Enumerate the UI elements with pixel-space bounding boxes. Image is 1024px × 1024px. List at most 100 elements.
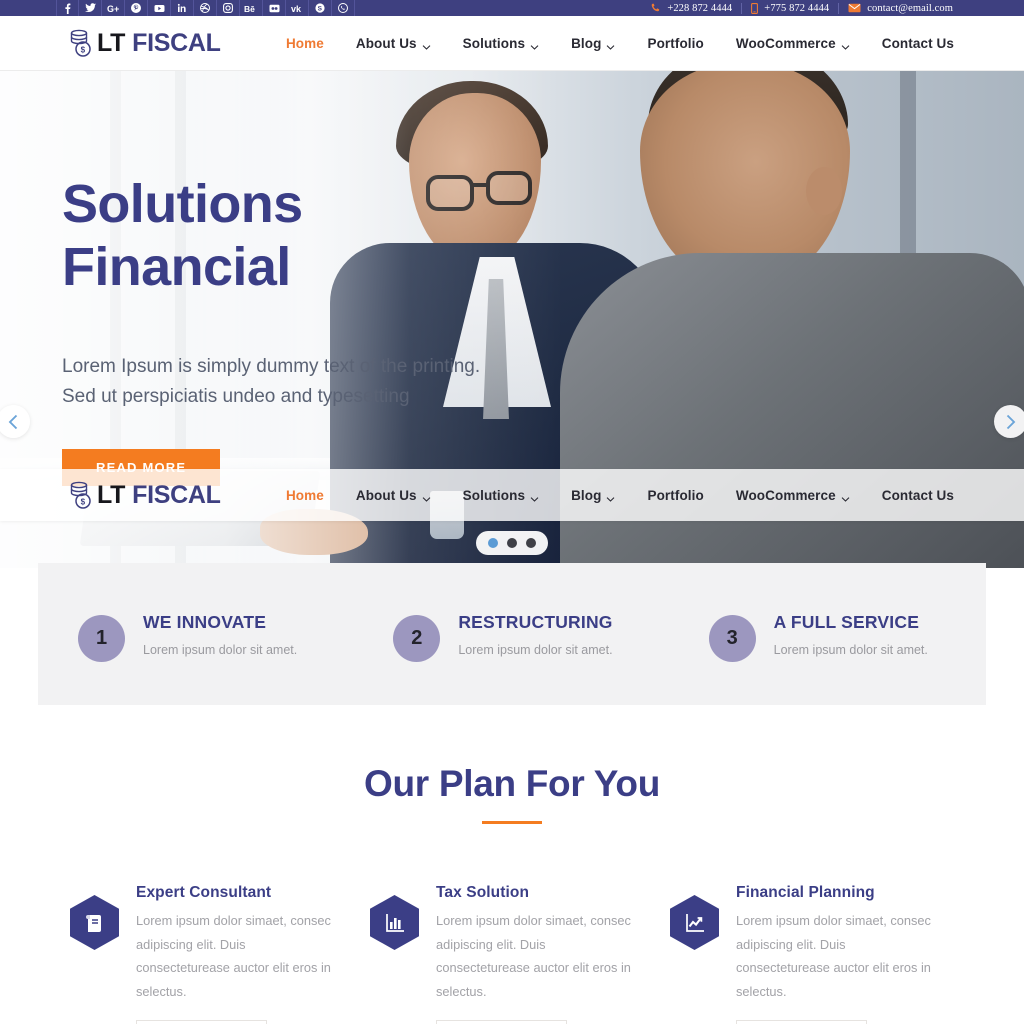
primary-nav: Home About Us Solutions Blog Portfolio W… — [270, 36, 970, 51]
plan-cards: Expert Consultant Lorem ipsum dolor sima… — [0, 884, 1024, 1024]
plan-card-expert-consultant: Expert Consultant Lorem ipsum dolor sima… — [70, 884, 370, 1024]
behance-icon[interactable]: Bē — [240, 0, 263, 16]
nav-item-portfolio[interactable]: Portfolio — [631, 36, 719, 51]
feature-desc: Lorem ipsum dolor sit amet. — [773, 642, 928, 657]
svg-text:$: $ — [81, 497, 86, 506]
feature-title: A FULL SERVICE — [773, 611, 920, 632]
nav-label: Home — [285, 487, 324, 503]
feature-title: RESTRUCTURING — [458, 611, 613, 632]
nav-label: Solutions — [462, 487, 526, 503]
svg-text:S: S — [318, 6, 323, 13]
feature-item-1: 1 WE INNOVATE Lorem ipsum dolor sit amet… — [38, 607, 355, 662]
card-description: Lorem ipsum dolor simaet, consec adipisc… — [736, 913, 931, 1000]
plan-card-financial-planning: Financial Planning Lorem ipsum dolor sim… — [670, 884, 970, 1024]
svg-text:G+: G+ — [107, 4, 119, 13]
site-logo[interactable]: $ LT FISCAL — [70, 29, 221, 58]
nav-label: About Us — [355, 35, 417, 51]
coins-icon: $ — [70, 29, 96, 58]
slider-dot-2[interactable] — [507, 538, 517, 548]
feature-title: WE INNOVATE — [143, 611, 267, 632]
logo-text-primary: LT — [97, 28, 126, 57]
card-title: Expert Consultant — [136, 884, 272, 901]
plan-title-underline — [482, 821, 542, 824]
dribbble-icon[interactable] — [194, 0, 217, 16]
plan-section-title: Our Plan For You — [363, 763, 661, 804]
sticky-nav-item-solutions[interactable]: Solutions — [447, 488, 555, 503]
phone-1-text: +228 872 4444 — [667, 2, 733, 14]
vk-icon[interactable]: vk — [286, 0, 309, 16]
chevron-down-icon — [841, 492, 850, 502]
nav-item-home[interactable]: Home — [270, 36, 340, 51]
nav-label: Solutions — [462, 35, 526, 51]
svg-text:Bē: Bē — [244, 4, 255, 13]
sticky-nav-item-portfolio[interactable]: Portfolio — [631, 488, 719, 503]
sticky-primary-nav: Home About Us Solutions Blog Portfolio W… — [270, 488, 970, 503]
sticky-nav-item-contact-us[interactable]: Contact Us — [866, 488, 970, 503]
hero-subtitle-line-1: Lorem Ipsum is simply dummy text of the … — [62, 356, 481, 378]
whatsapp-icon[interactable] — [332, 0, 355, 16]
nav-item-contact-us[interactable]: Contact Us — [866, 36, 970, 51]
svg-text:vk: vk — [291, 4, 302, 13]
feature-number: 2 — [393, 614, 441, 662]
chevron-down-icon — [606, 492, 615, 502]
skype-icon[interactable]: S — [309, 0, 332, 16]
chevron-down-icon — [530, 492, 539, 502]
sticky-header: $ LT FISCAL Home About Us Solutions Blog … — [0, 469, 1024, 521]
twitter-icon[interactable] — [79, 0, 102, 16]
nav-item-woocommerce[interactable]: WooCommerce — [720, 36, 866, 51]
hero-title-line-1: Solutions — [62, 174, 303, 234]
nav-item-solutions[interactable]: Solutions — [447, 36, 555, 51]
slider-dot-3[interactable] — [526, 538, 536, 548]
nav-label: Contact Us — [881, 35, 954, 51]
linkedin-icon[interactable] — [171, 0, 194, 16]
feature-desc: Lorem ipsum dolor sit amet. — [458, 642, 613, 657]
chevron-down-icon — [422, 492, 431, 502]
hero-content: Solutions Financial Lorem Ipsum is simpl… — [62, 173, 582, 487]
nav-item-blog[interactable]: Blog — [555, 36, 631, 51]
hero-title-line-2: Financial — [62, 236, 291, 297]
flickr-icon[interactable] — [263, 0, 286, 16]
nav-label: Portfolio — [647, 487, 704, 503]
feature-number: 1 — [78, 614, 125, 662]
google-plus-icon[interactable]: G+ — [102, 0, 125, 16]
nav-item-about-us[interactable]: About Us — [340, 36, 447, 51]
nav-label: Portfolio — [647, 35, 704, 51]
sticky-nav-item-blog[interactable]: Blog — [555, 488, 631, 503]
sticky-site-logo[interactable]: $ LT FISCAL — [70, 481, 221, 510]
slider-pagination — [476, 531, 548, 555]
sticky-nav-item-home[interactable]: Home — [270, 488, 340, 503]
slider-next-button[interactable] — [994, 405, 1024, 438]
social-links: G+ Bē vk S — [56, 0, 355, 16]
instagram-icon[interactable] — [217, 0, 240, 16]
card-read-more-button[interactable]: READ MORE → — [136, 1019, 268, 1024]
chevron-down-icon — [530, 40, 539, 50]
card-description: Lorem ipsum dolor simaet, consec adipisc… — [136, 913, 331, 1000]
logo-text-secondary: FISCAL — [132, 480, 221, 509]
sticky-nav-item-woocommerce[interactable]: WooCommerce — [720, 488, 866, 503]
feature-item-3: 3 A FULL SERVICE Lorem ipsum dolor sit a… — [671, 607, 986, 662]
phone-2[interactable]: +775 872 4444 — [741, 2, 838, 14]
chevron-down-icon — [606, 40, 615, 50]
svg-text:$: $ — [81, 45, 86, 54]
main-header: $ LT FISCAL Home About Us Solutions Blog … — [0, 16, 1024, 71]
feature-band: 1 WE INNOVATE Lorem ipsum dolor sit amet… — [38, 563, 986, 705]
plan-card-tax-solution: Tax Solution Lorem ipsum dolor simaet, c… — [370, 884, 670, 1024]
pinterest-icon[interactable] — [125, 0, 148, 16]
card-read-more-button[interactable]: READ MORE → — [436, 1019, 568, 1024]
youtube-icon[interactable] — [148, 0, 171, 16]
phone-1[interactable]: +228 872 4444 — [642, 3, 741, 14]
sticky-nav-item-about-us[interactable]: About Us — [340, 488, 447, 503]
nav-label: Blog — [571, 35, 602, 51]
feature-number: 3 — [708, 614, 756, 662]
card-read-more-button[interactable]: READ MORE → — [736, 1019, 868, 1024]
nav-label: Contact Us — [881, 487, 954, 503]
hero-subtitle-line-2: Sed ut perspiciatis undeo and typesettin… — [62, 385, 410, 407]
chevron-down-icon — [422, 40, 431, 50]
feature-desc: Lorem ipsum dolor sit amet. — [143, 642, 298, 657]
slider-dot-1[interactable] — [488, 538, 498, 548]
mobile-icon — [751, 2, 759, 14]
email[interactable]: contact@email.com — [838, 2, 962, 14]
facebook-icon[interactable] — [56, 0, 79, 16]
book-icon — [70, 895, 119, 950]
nav-label: About Us — [355, 487, 417, 503]
